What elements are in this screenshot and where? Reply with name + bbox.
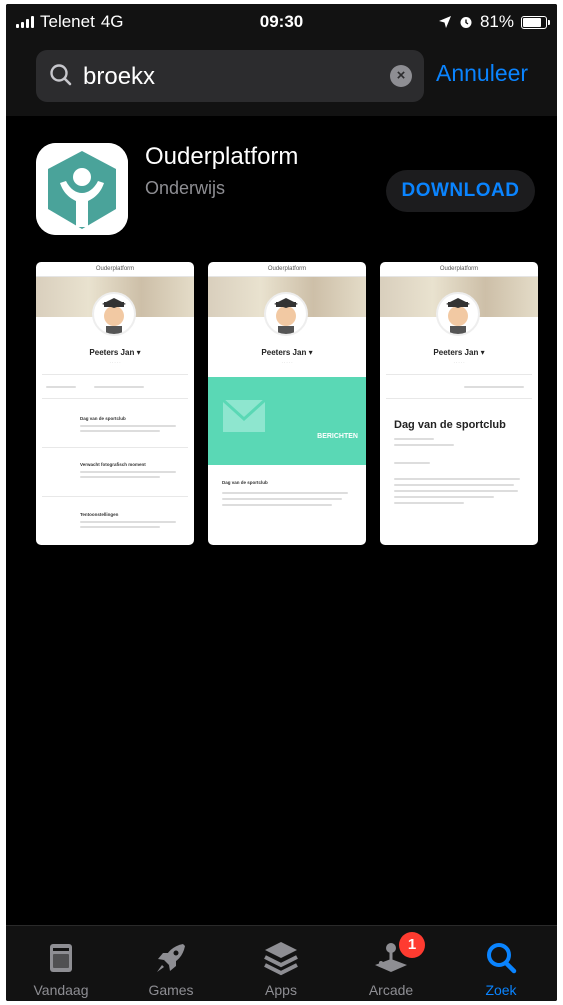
arcade-badge: 1: [399, 932, 425, 958]
rocket-icon: [157, 944, 185, 972]
app-screenshot-2[interactable]: Ouderplatform Peeters Jan ▾ · · · · · BE…: [208, 262, 366, 545]
screenshot-user-sub: · · · · ·: [281, 360, 293, 365]
app-icon[interactable]: [36, 143, 128, 235]
app-screenshot-1[interactable]: Ouderplatform Peeters Jan ▾ · · · · · Da…: [36, 262, 194, 545]
status-bar: Telenet 4G 09:30 81%: [6, 4, 557, 38]
today-icon: [50, 944, 72, 972]
list-item: Dag van de sportclub: [222, 480, 268, 485]
download-button[interactable]: DOWNLOAD: [386, 170, 535, 212]
tab-label: Vandaag: [33, 982, 89, 998]
tab-label: Apps: [265, 982, 297, 998]
top-area: Telenet 4G 09:30 81% broekx × Annuleer: [6, 4, 557, 116]
list-item: Dag van de sportclub: [80, 416, 126, 421]
battery-percent: 81%: [479, 12, 514, 31]
avatar-icon: [92, 292, 136, 336]
messages-banner: BERICHTEN: [208, 377, 366, 465]
screenshot-user-sub: · · · · ·: [109, 360, 121, 365]
cancel-button[interactable]: Annuleer: [436, 60, 528, 87]
tab-arcade[interactable]: 1 Arcade: [336, 926, 446, 1001]
search-input[interactable]: broekx: [83, 63, 155, 91]
tab-bar: Vandaag Games Apps 1 Arcade Zoek: [6, 925, 557, 1001]
tab-label: Games: [148, 982, 194, 998]
screenshot-user-name: Peeters Jan ▾: [433, 348, 485, 357]
tab-label: Zoek: [485, 982, 517, 998]
tab-games[interactable]: Games: [116, 926, 226, 1001]
app-category: Onderwijs: [145, 178, 226, 198]
tab-label: Arcade: [368, 982, 414, 998]
screenshot-header: Ouderplatform: [208, 262, 366, 277]
apps-stack-icon: [264, 942, 298, 976]
messages-label: BERICHTEN: [317, 433, 358, 440]
screenshot-user-name: Peeters Jan ▾: [261, 348, 313, 357]
battery-icon: [521, 15, 550, 29]
ouderplatform-logo-icon: [36, 143, 128, 235]
avatar-icon: [436, 292, 480, 336]
tab-vandaag[interactable]: Vandaag: [6, 926, 116, 1001]
search-field[interactable]: broekx ×: [36, 50, 424, 102]
app-store-screen: Telenet 4G 09:30 81% broekx × Annuleer O…: [6, 4, 557, 1001]
app-screenshot-3[interactable]: Ouderplatform Peeters Jan ▾ · · · · · Da…: [380, 262, 538, 545]
search-icon: [487, 943, 517, 974]
screenshot-header: Ouderplatform: [380, 262, 538, 277]
list-item: Verwacht fotografisch moment: [80, 462, 146, 467]
app-name[interactable]: Ouderplatform: [145, 143, 298, 171]
tab-apps[interactable]: Apps: [226, 926, 336, 1001]
list-item: Tentoonstellingen: [80, 512, 119, 517]
search-icon: [50, 64, 72, 86]
screenshot-header: Ouderplatform: [36, 262, 194, 277]
screenshot-user-sub: · · · · ·: [453, 360, 465, 365]
tab-zoek[interactable]: Zoek: [446, 926, 556, 1001]
clear-search-icon[interactable]: ×: [390, 65, 412, 87]
screenshot-user-name: Peeters Jan ▾: [89, 348, 141, 357]
screenshot-title: Dag van de sportclub: [394, 419, 506, 431]
envelope-icon: [222, 399, 266, 432]
avatar-icon: [264, 292, 308, 336]
location-icon: [438, 16, 451, 28]
alarm-icon: [460, 17, 472, 28]
